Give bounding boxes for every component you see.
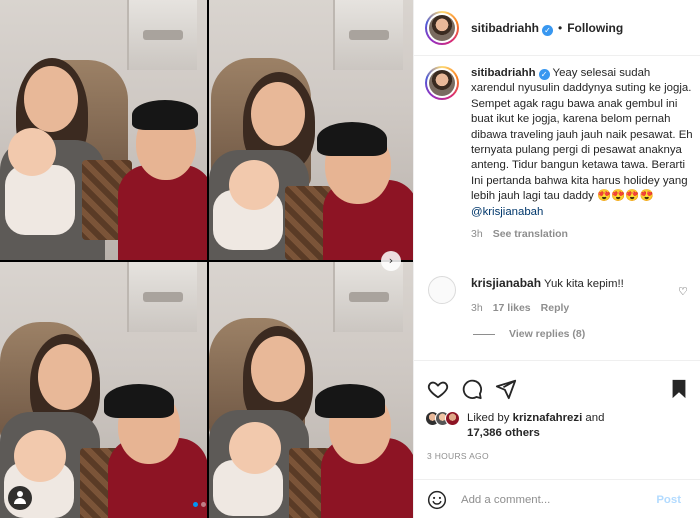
comment-likes-count[interactable]: 17 likes (493, 302, 531, 314)
carousel-dot-active (193, 502, 198, 507)
liker-avatar (445, 411, 460, 426)
post-actions: Liked by kriznafahrezi and 17,386 others… (414, 360, 700, 518)
comments-section[interactable]: sitibadriahh ✓ Yeay selesai sudah xarendu… (414, 57, 700, 359)
photo-selfie-4 (209, 262, 413, 518)
comment-icon[interactable] (461, 378, 483, 400)
add-comment-bar: Post (414, 479, 700, 518)
bookmark-icon[interactable] (668, 378, 690, 400)
post-timestamp[interactable]: 3 HOURS AGO (427, 451, 489, 461)
caption-username[interactable]: sitibadriahh (471, 67, 536, 79)
view-replies-button[interactable]: View replies (8) (473, 328, 585, 340)
photo-selfie-2 (209, 0, 413, 260)
comment-text: Yuk kita kepim!! (544, 278, 624, 290)
verified-icon: ✓ (538, 69, 550, 80)
caption-avatar[interactable] (425, 66, 459, 100)
commenter-avatar[interactable] (428, 276, 456, 304)
caption-timestamp: 3h (471, 228, 483, 241)
photo-selfie-1 (0, 0, 207, 260)
likes-summary: Liked by kriznafahrezi and 17,386 others (425, 411, 604, 441)
share-icon[interactable] (495, 378, 517, 400)
likes-count-link[interactable]: 17,386 others (467, 427, 540, 439)
comment-like-heart-icon[interactable]: ♡ (678, 285, 688, 298)
separator-dot: • (558, 20, 563, 35)
caption-text: Yeay selesai sudah xarendul nyusulin dad… (471, 67, 693, 203)
comment-item: krisjianabah Yuk kita kepim!! 3h 17 likes… (425, 276, 695, 316)
post-comment-button[interactable]: Post (656, 494, 681, 506)
liked-by-joiner: and (585, 412, 605, 424)
liked-by-prefix: Liked by (467, 412, 510, 424)
carousel-next-button[interactable]: › (381, 251, 401, 271)
post-header: sitibadriahh ✓ • Following (414, 0, 700, 56)
comment-reply-button[interactable]: Reply (541, 302, 570, 314)
liked-by-user-link[interactable]: kriznafahrezi (513, 412, 583, 424)
comment-timestamp: 3h (471, 302, 483, 314)
heart-icon[interactable] (427, 378, 449, 400)
author-avatar[interactable] (425, 10, 459, 45)
carousel-dot (201, 502, 206, 507)
view-replies-label: View replies (8) (509, 328, 586, 340)
carousel-indicator (193, 502, 206, 507)
author-username[interactable]: sitibadriahh (471, 21, 539, 35)
post-sidebar: sitibadriahh ✓ • Following sitibadriahh ✓ Ye… (413, 0, 700, 518)
post-media-carousel[interactable]: › (0, 0, 413, 518)
see-translation-button[interactable]: See translation (493, 228, 568, 240)
caption-mention-link[interactable]: @krisjianabah (471, 206, 543, 218)
emoji-icon[interactable] (427, 490, 447, 510)
post-caption: sitibadriahh ✓ Yeay selesai sudah xarendu… (425, 66, 695, 242)
following-button[interactable]: Following (567, 21, 623, 35)
photo-selfie-3 (0, 262, 207, 518)
chevron-right-icon: › (388, 254, 394, 267)
user-tag-icon[interactable] (8, 486, 32, 510)
commenter-username[interactable]: krisjianabah (471, 276, 541, 290)
add-comment-input[interactable] (461, 493, 651, 506)
verified-icon: ✓ (542, 24, 554, 36)
